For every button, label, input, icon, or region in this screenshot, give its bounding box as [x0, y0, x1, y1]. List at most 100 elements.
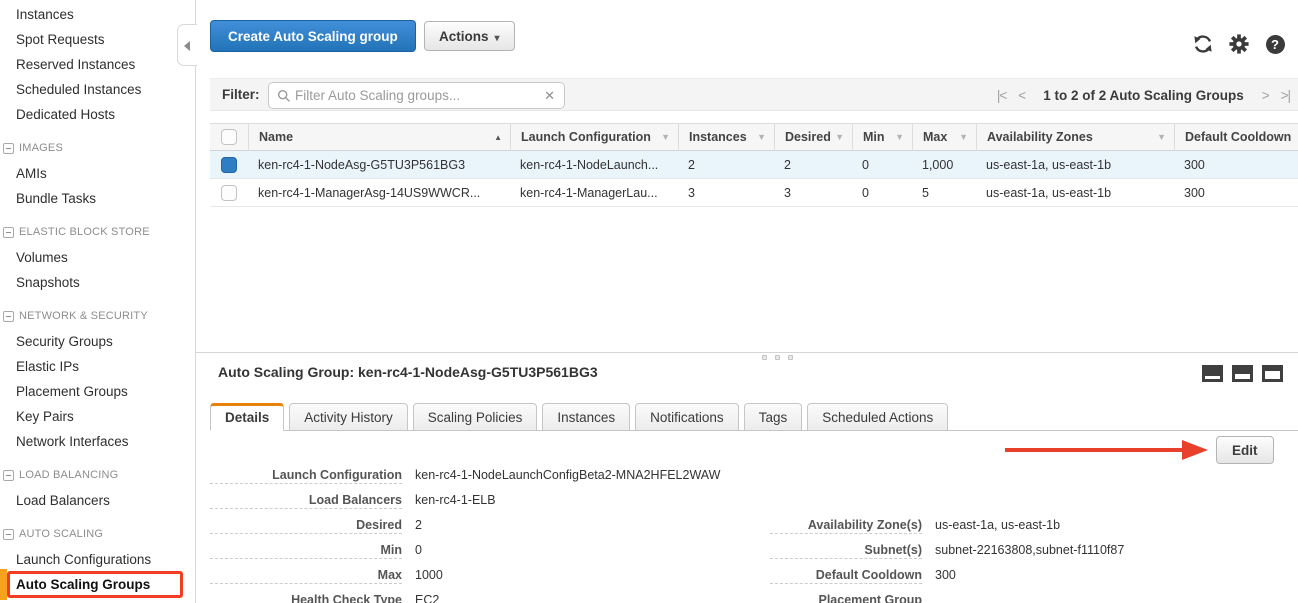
field-row: Launch Configuration ken-rc4-1-NodeLaunch… — [210, 468, 720, 493]
sidebar-item-reserved-instances[interactable]: Reserved Instances — [0, 52, 195, 77]
tab-notifications[interactable]: Notifications — [635, 403, 739, 431]
sidebar-section-network-security[interactable]: NETWORK & SECURITY — [0, 304, 195, 329]
table-row[interactable]: ken-rc4-1-NodeAsg-G5TU3P561BG3ken-rc4-1-… — [210, 151, 1298, 179]
tab-details[interactable]: Details — [210, 403, 284, 431]
field-label: Launch Configuration — [210, 468, 402, 484]
column-header-launch-configuration[interactable]: Launch Configuration▼ — [510, 123, 678, 151]
sidebar-section-auto-scaling[interactable]: AUTO SCALING — [0, 522, 195, 547]
sidebar: InstancesSpot RequestsReserved Instances… — [0, 0, 196, 603]
table-row[interactable]: ken-rc4-1-ManagerAsg-14US9WWCR...ken-rc4… — [210, 179, 1298, 207]
field-row: Max 1000 — [210, 568, 720, 593]
sidebar-section-label: IMAGES — [19, 136, 63, 161]
column-label: Min — [863, 130, 885, 144]
field-row: Health Check TypeEC2 — [210, 593, 720, 603]
row-checkbox[interactable] — [221, 185, 237, 201]
tab-activity-history[interactable]: Activity History — [289, 403, 408, 431]
cell-instances: 3 — [678, 186, 774, 200]
edit-button[interactable]: Edit — [1216, 436, 1274, 464]
column-header-default-cooldown[interactable]: Default Cooldown — [1174, 123, 1298, 151]
cell-instances: 2 — [678, 158, 774, 172]
column-header-instances[interactable]: Instances▼ — [678, 123, 774, 151]
sidebar-item-auto-scaling-groups[interactable]: Auto Scaling Groups — [0, 572, 195, 597]
field-label: Max — [210, 568, 402, 584]
column-header-max[interactable]: Max▼ — [912, 123, 976, 151]
select-all-checkbox[interactable] — [221, 129, 237, 145]
tabs-underline — [210, 430, 1298, 431]
field-value: 1000 — [415, 568, 443, 582]
cell-desired: 2 — [774, 158, 852, 172]
cell-desired: 3 — [774, 186, 852, 200]
table-header: Name▲Launch Configuration▼Instances▼Desi… — [210, 123, 1298, 151]
field-value: us-east-1a, us-east-1b — [935, 518, 1060, 532]
sidebar-item-amis[interactable]: AMIs — [0, 161, 195, 186]
tab-tags[interactable]: Tags — [744, 403, 803, 431]
field-label: Desired — [210, 518, 402, 534]
sidebar-item-bundle-tasks[interactable]: Bundle Tasks — [0, 186, 195, 211]
filter-input[interactable] — [291, 88, 544, 103]
cell-max: 1,000 — [912, 158, 976, 172]
column-header-availability-zones[interactable]: Availability Zones▼ — [976, 123, 1174, 151]
clear-filter-icon[interactable]: ✕ — [544, 88, 555, 104]
sidebar-item-placement-groups[interactable]: Placement Groups — [0, 379, 195, 404]
column-header-name[interactable]: Name▲ — [248, 123, 510, 151]
fields-left: Launch Configuration ken-rc4-1-NodeLaunch… — [210, 468, 720, 603]
sidebar-section-elastic-block-store[interactable]: ELASTIC BLOCK STORE — [0, 220, 195, 245]
pagination-text: 1 to 2 of 2 Auto Scaling Groups — [1043, 88, 1244, 103]
help-icon[interactable]: ? — [1264, 33, 1286, 55]
sidebar-item-elastic-ips[interactable]: Elastic IPs — [0, 354, 195, 379]
field-label: Subnet(s) — [770, 543, 922, 559]
pagination-first-icon[interactable]: |< — [997, 88, 1006, 103]
pane-minimize-icon[interactable] — [1202, 365, 1223, 382]
sort-desc-icon: ▼ — [959, 132, 968, 142]
pagination-next-icon[interactable]: > — [1262, 88, 1269, 103]
sidebar-nav: InstancesSpot RequestsReserved Instances… — [0, 2, 195, 597]
cell-default-cooldown: 300 — [1174, 186, 1298, 200]
pagination-prev-icon[interactable]: < — [1018, 88, 1025, 103]
sidebar-collapse-handle[interactable] — [177, 24, 197, 66]
row-checkbox[interactable] — [221, 157, 237, 173]
pane-maximize-icon[interactable] — [1262, 365, 1283, 382]
sidebar-item-scheduled-instances[interactable]: Scheduled Instances — [0, 77, 195, 102]
search-icon — [277, 89, 291, 103]
actions-button[interactable]: Actions▾ — [424, 21, 515, 51]
sort-desc-icon: ▼ — [661, 132, 670, 142]
cell-launch-configuration: ken-rc4-1-NodeLaunch... — [510, 158, 678, 172]
collapse-minus-icon — [3, 143, 14, 154]
sidebar-item-network-interfaces[interactable]: Network Interfaces — [0, 429, 195, 454]
cell-max: 5 — [912, 186, 976, 200]
field-value: subnet-22163808,subnet-f1110f87 — [935, 543, 1124, 557]
tab-scheduled-actions[interactable]: Scheduled Actions — [807, 403, 948, 431]
cell-default-cooldown: 300 — [1174, 158, 1298, 172]
sidebar-item-dedicated-hosts[interactable]: Dedicated Hosts — [0, 102, 195, 127]
pane-drag-handle[interactable] — [762, 355, 793, 360]
column-label: Desired — [785, 130, 831, 144]
sidebar-item-instances[interactable]: Instances — [0, 2, 195, 27]
tab-scaling-policies[interactable]: Scaling Policies — [413, 403, 538, 431]
cell-min: 0 — [852, 186, 912, 200]
sidebar-item-load-balancers[interactable]: Load Balancers — [0, 488, 195, 513]
sidebar-item-key-pairs[interactable]: Key Pairs — [0, 404, 195, 429]
sidebar-section-load-balancing[interactable]: LOAD BALANCING — [0, 463, 195, 488]
sidebar-item-launch-configurations[interactable]: Launch Configurations — [0, 547, 195, 572]
sort-desc-icon: ▼ — [1157, 132, 1166, 142]
sidebar-item-snapshots[interactable]: Snapshots — [0, 270, 195, 295]
create-auto-scaling-group-button[interactable]: Create Auto Scaling group — [210, 20, 416, 52]
tab-instances[interactable]: Instances — [542, 403, 630, 431]
collapse-minus-icon — [3, 311, 14, 322]
pagination-last-icon[interactable]: >| — [1281, 88, 1290, 103]
sidebar-section-images[interactable]: IMAGES — [0, 136, 195, 161]
field-value: ken-rc4-1-NodeLaunchConfigBeta2-MNA2HFEL… — [415, 468, 720, 482]
gear-icon[interactable] — [1228, 33, 1250, 55]
field-row: Default Cooldown300 — [770, 568, 1124, 593]
filter-label: Filter: — [222, 87, 260, 102]
pane-split-icon[interactable] — [1232, 365, 1253, 382]
sidebar-item-security-groups[interactable]: Security Groups — [0, 329, 195, 354]
sidebar-item-volumes[interactable]: Volumes — [0, 245, 195, 270]
column-header-min[interactable]: Min▼ — [852, 123, 912, 151]
sidebar-item-spot-requests[interactable]: Spot Requests — [0, 27, 195, 52]
sort-desc-icon: ▼ — [835, 132, 844, 142]
refresh-icon[interactable] — [1192, 33, 1214, 55]
column-header-desired[interactable]: Desired ▼ — [774, 123, 852, 151]
collapse-minus-icon — [3, 470, 14, 481]
field-label: Min — [210, 543, 402, 559]
